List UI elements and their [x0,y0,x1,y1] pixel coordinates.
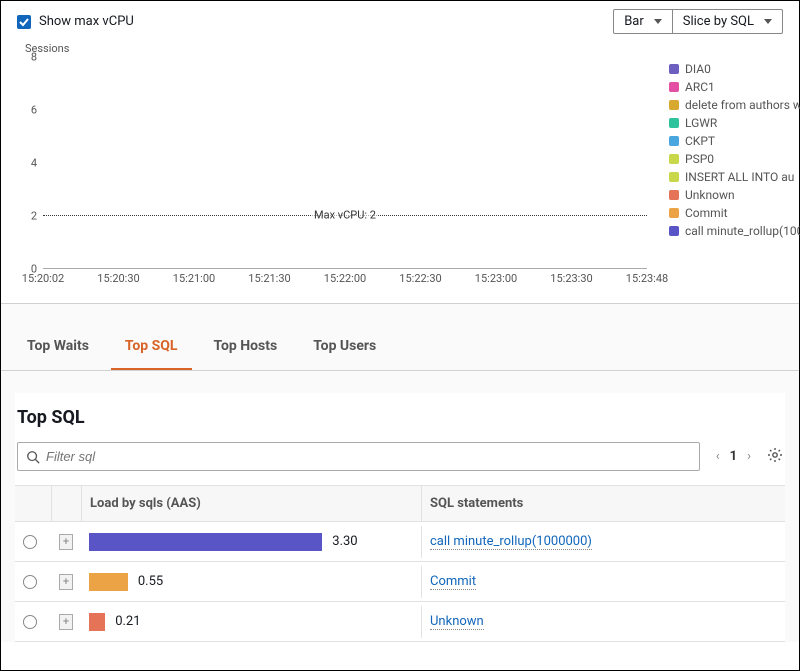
legend-swatch [669,172,679,182]
x-tick: 15:20:30 [97,272,139,285]
chevron-down-icon [764,19,772,24]
sql-statement-link[interactable]: Commit [430,574,476,590]
y-tick: 6 [31,104,37,117]
legend-label: CKPT [685,134,715,148]
search-icon [26,450,40,464]
next-page[interactable]: › [747,449,751,464]
legend-swatch [669,64,679,74]
y-tick: 4 [31,157,37,170]
x-tick: 15:22:00 [324,272,366,285]
tab-top-sql[interactable]: Top SQL [111,328,192,370]
chevron-down-icon [654,19,662,24]
tab-top-users[interactable]: Top Users [299,328,390,370]
legend-item[interactable]: Commit [669,204,800,222]
chart-type-dropdown[interactable]: Bar [613,9,673,34]
expand-button[interactable]: + [59,574,73,590]
x-tick: 15:20:02 [22,272,64,285]
chart-type-value: Bar [624,14,644,29]
chart-legend: DIA0 ARC1 delete from authors w LGWR CKPT PSP… [657,42,800,287]
y-axis: 02468 [17,57,41,269]
row-select-radio[interactable] [23,615,37,629]
row-select-radio[interactable] [23,575,37,589]
filter-row: ‹ 1 › [15,442,785,485]
y-tick: 8 [31,51,37,64]
row-select-radio[interactable] [23,535,37,549]
x-tick: 15:21:00 [173,272,215,285]
legend-item[interactable]: ARC1 [669,78,800,96]
chart-controls: Bar Slice by SQL [613,9,783,34]
prev-page[interactable]: ‹ [716,449,720,464]
x-tick: 15:22:30 [399,272,441,285]
gear-icon [767,447,783,463]
legend-label: INSERT ALL INTO au [685,170,794,184]
x-tick: 15:23:30 [550,272,592,285]
legend-label: Unknown [685,188,735,202]
legend-item[interactable]: INSERT ALL INTO au [669,168,800,186]
top-bar: Show max vCPU Bar Slice by SQL [1,1,799,42]
filter-input[interactable] [46,449,691,464]
show-max-vcpu-label: Show max vCPU [39,14,134,29]
legend-item[interactable]: delete from authors w [669,96,800,114]
load-bar: 0.21 [89,613,413,631]
load-bar: 3.30 [89,533,413,551]
legend-swatch [669,118,679,128]
legend-item[interactable]: DIA0 [669,60,800,78]
legend-item[interactable]: LGWR [669,114,800,132]
tabs-section: Top WaitsTop SQLTop HostsTop Users Top S… [1,303,799,642]
table-row: + 0.21 Unknown [15,602,785,642]
legend-swatch [669,100,679,110]
sql-statement-link[interactable]: call minute_rollup(1000000) [430,534,592,550]
load-value: 0.55 [138,574,163,589]
load-value: 3.30 [332,534,357,549]
settings-button[interactable] [767,447,783,467]
sessions-chart[interactable]: 02468 Max vCPU: 2 15:20:0215:20:3015:21:… [17,57,647,287]
top-sql-panel: Top SQL ‹ 1 › Load by sqls (AAS) SQL sta… [15,393,785,642]
legend-swatch [669,208,679,218]
table-row: + 0.55 Commit [15,562,785,602]
tab-top-waits[interactable]: Top Waits [13,328,103,370]
legend-item[interactable]: PSP0 [669,150,800,168]
legend-label: DIA0 [685,62,711,76]
x-tick: 15:21:30 [248,272,290,285]
filter-input-wrap[interactable] [17,442,700,471]
sql-statement-link[interactable]: Unknown [430,614,484,630]
slice-by-value: Slice by SQL [683,14,754,29]
legend-label: Commit [685,206,728,220]
legend-label: ARC1 [685,80,715,94]
pager: ‹ 1 › [716,449,751,464]
legend-swatch [669,154,679,164]
expand-button[interactable]: + [59,614,73,630]
legend-label: delete from authors w [685,98,800,112]
chart-area: Sessions 02468 Max vCPU: 2 15:20:0215:20… [1,42,799,303]
legend-swatch [669,82,679,92]
y-tick: 2 [31,210,37,223]
legend-item[interactable]: Unknown [669,186,800,204]
table-row: + 3.30 call minute_rollup(1000000) [15,522,785,562]
x-tick: 15:23:00 [475,272,517,285]
plot-inner: Max vCPU: 2 15:20:0215:20:3015:21:0015:2… [43,57,647,269]
legend-swatch [669,226,679,236]
x-tick: 15:23:48 [626,272,668,285]
legend-item[interactable]: call minute_rollup(100 [669,222,800,240]
page-number: 1 [730,449,737,464]
load-bar: 0.55 [89,573,413,591]
y-axis-label: Sessions [25,42,657,55]
legend-label: call minute_rollup(100 [685,224,800,238]
legend-item[interactable]: CKPT [669,132,800,150]
slice-by-dropdown[interactable]: Slice by SQL [673,9,783,34]
show-max-vcpu-checkbox[interactable]: Show max vCPU [17,14,134,29]
expand-button[interactable]: + [59,534,73,550]
checkbox-icon [17,15,31,29]
legend-label: LGWR [685,116,717,130]
load-value: 0.21 [115,614,140,629]
th-load: Load by sqls (AAS) [81,486,421,521]
tab-top-hosts[interactable]: Top Hosts [200,328,292,370]
legend-label: PSP0 [685,152,714,166]
legend-swatch [669,190,679,200]
section-title: Top SQL [15,393,785,442]
tabs-row: Top WaitsTop SQLTop HostsTop Users [1,328,799,371]
th-sql: SQL statements [421,486,785,521]
table-header: Load by sqls (AAS) SQL statements [15,485,785,522]
legend-swatch [669,136,679,146]
